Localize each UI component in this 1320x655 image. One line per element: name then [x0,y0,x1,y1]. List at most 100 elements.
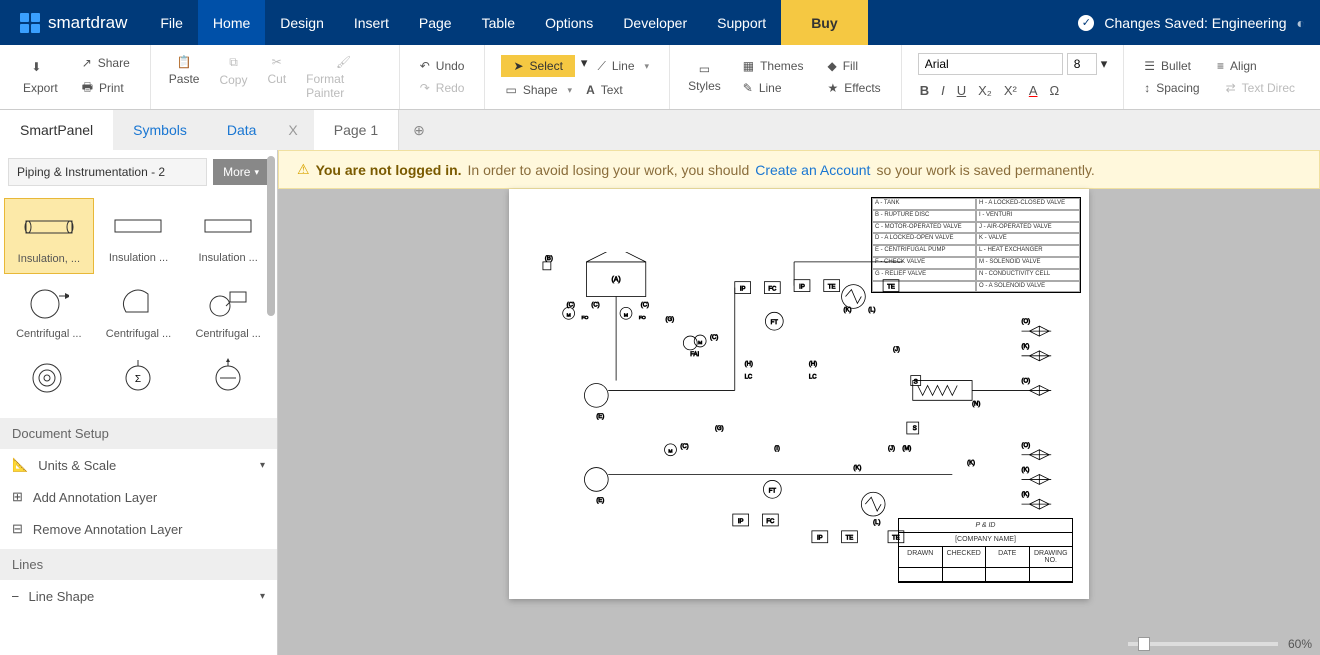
symbol-insulation-1[interactable]: Insulation, ... [4,198,94,274]
align-button[interactable]: ≡Align [1213,57,1261,75]
styles-icon: ▭ [699,62,710,76]
menu-file[interactable]: File [145,0,198,45]
clipboard-icon: 📋 [177,55,192,69]
export-button[interactable]: ⬇ Export [15,56,66,99]
effects-button[interactable]: ★Effects [823,79,884,97]
more-button[interactable]: More▾ [213,159,269,185]
svg-text:LC: LC [745,375,753,381]
superscript-button[interactable]: X² [1004,83,1017,98]
print-button[interactable]: 🖶Print [78,76,134,101]
svg-text:(N): (N) [972,401,980,407]
svg-text:(E): (E) [596,498,604,504]
menu-developer[interactable]: Developer [608,0,702,45]
symbol-centrifugal-2[interactable]: Centrifugal ... [94,274,184,348]
menu-home[interactable]: Home [198,0,265,45]
line-shape-icon: ⎯ [12,588,19,604]
text-tool[interactable]: AText [582,81,627,99]
zoom-slider[interactable] [1128,642,1278,646]
library-title[interactable]: Piping & Instrumentation - 2 [8,158,207,186]
svg-text:FO: FO [581,315,588,321]
menu-page[interactable]: Page [404,0,467,45]
font-name-input[interactable] [918,53,1063,75]
symbol-insulation-3[interactable]: Insulation ... [183,198,273,274]
omega-button[interactable]: Ω [1049,83,1059,98]
menu-insert[interactable]: Insert [339,0,404,45]
insulation-icon [24,219,74,235]
svg-text:(O): (O) [1022,379,1031,385]
line-shape-item[interactable]: ⎯Line Shape▾ [0,580,277,612]
text-direction-button[interactable]: ⇄Text Direc [1222,79,1299,97]
menu-support[interactable]: Support [702,0,781,45]
tab-data[interactable]: Data [207,110,277,150]
svg-text:M: M [624,312,628,318]
drawing-canvas[interactable]: A - TANKH - A LOCKED-CLOSED VALVEB - RUP… [509,189,1089,599]
svg-text:LC: LC [809,375,817,381]
app-logo[interactable]: smartdraw [0,11,145,35]
symbol-9[interactable] [183,348,273,410]
shape-tool[interactable]: ▭Shape▾ [501,81,576,99]
insulation-icon [113,218,163,234]
tab-symbols[interactable]: Symbols [113,110,207,150]
add-layer-item[interactable]: ⊞Add Annotation Layer [0,481,277,513]
units-scale-item[interactable]: 📐Units & Scale▾ [0,449,277,481]
underline-button[interactable]: U [957,83,966,98]
spacing-button[interactable]: ↕Spacing [1140,79,1203,97]
palette-icon: ▦ [743,59,754,73]
zoom-handle[interactable] [1138,637,1150,651]
undo-icon: ↶ [420,59,430,73]
font-size-input[interactable] [1067,53,1097,75]
menu-buy[interactable]: Buy [781,0,867,45]
bold-button[interactable]: B [920,83,929,98]
format-painter-button[interactable]: 🖌Format Painter [298,51,389,104]
add-page-button[interactable]: ⊕ [399,110,439,150]
symbol-7[interactable] [4,348,94,410]
line-style-button[interactable]: ✎Line [739,79,808,97]
styles-button[interactable]: ▭Styles [680,58,729,97]
symbol-insulation-2[interactable]: Insulation ... [94,198,184,274]
chevron-down-icon[interactable]: ▾ [581,55,588,77]
svg-text:IP: IP [738,519,744,525]
menu-options[interactable]: Options [530,0,608,45]
line-tool[interactable]: ⟋Line▾ [593,55,653,77]
subscript-button[interactable]: X₂ [978,83,992,98]
undo-button[interactable]: ↶Undo [416,57,469,75]
check-icon: ✓ [1078,15,1094,31]
symbol-centrifugal-1[interactable]: Centrifugal ... [4,274,94,348]
save-status-text: Changes Saved: Engineering [1104,15,1286,31]
paste-button[interactable]: 📋Paste [161,51,208,104]
canvas-area: ⚠ You are not logged in. In order to avo… [278,150,1320,655]
redo-icon: ↷ [420,81,430,95]
symbol-8[interactable]: Σ [94,348,184,410]
svg-text:(E): (E) [596,414,604,420]
menu-table[interactable]: Table [467,0,530,45]
chevron-down-icon[interactable]: ▾ [1101,56,1108,72]
symbol-centrifugal-3[interactable]: Centrifugal ... [183,274,273,348]
bullet-button[interactable]: ☰Bullet [1140,57,1195,75]
create-account-link[interactable]: Create an Account [755,162,870,178]
tab-close[interactable]: X [276,110,309,150]
ribbon: ⬇ Export ↗Share 🖶Print 📋Paste ⧉Copy ✂Cut… [0,45,1320,110]
tab-smartpanel[interactable]: SmartPanel [0,110,113,150]
menu-design[interactable]: Design [265,0,339,45]
menu-bar: smartdraw File Home Design Insert Page T… [0,0,1320,45]
scrollbar-thumb[interactable] [267,156,275,316]
font-color-button[interactable]: A [1029,83,1038,98]
cut-button[interactable]: ✂Cut [259,51,294,104]
svg-text:(L): (L) [868,307,875,313]
title-block: P & ID [COMPANY NAME] DRAWN CHECKED DATE… [898,518,1073,583]
svg-text:IP: IP [817,536,823,542]
italic-button[interactable]: I [941,83,945,98]
doc-setup-header: Document Setup [0,418,277,449]
svg-text:TE: TE [846,536,854,542]
share-button[interactable]: ↗Share [78,54,134,72]
select-tool[interactable]: ➤Select [501,55,574,77]
fill-button[interactable]: ◆Fill [823,57,884,75]
remove-layer-item[interactable]: ⊟Remove Annotation Layer [0,513,277,545]
chevron-down-icon: ▾ [260,460,265,471]
redo-button[interactable]: ↷Redo [416,79,469,97]
tab-page1[interactable]: Page 1 [314,110,399,150]
list-icon: ☰ [1144,59,1155,73]
help-icon[interactable]: ◐ [1297,15,1305,31]
themes-button[interactable]: ▦Themes [739,57,808,75]
copy-button[interactable]: ⧉Copy [211,51,255,104]
